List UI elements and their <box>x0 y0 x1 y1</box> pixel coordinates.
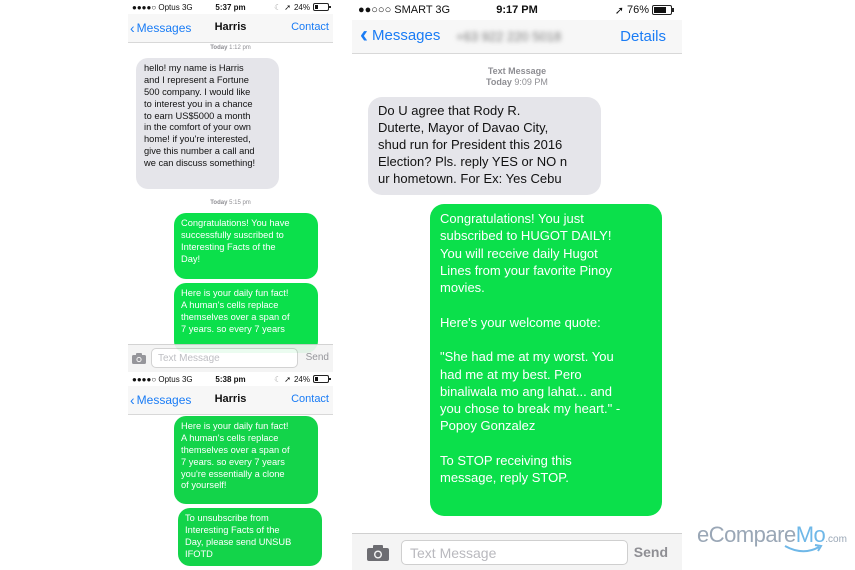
text-message-input[interactable]: Text Message <box>401 540 628 565</box>
nav-bar: ‹ Messages Harris Contact <box>128 386 333 415</box>
battery-icon <box>313 3 331 11</box>
back-label: Messages <box>372 26 441 44</box>
send-button[interactable]: Send <box>306 352 329 363</box>
incoming-message: Do U agree that Rody R. Duterte, Mayor o… <box>368 97 601 195</box>
camera-icon[interactable] <box>132 351 146 369</box>
right-screenshot: ●●○○○ SMART 3G 9:17 PM ➚ 76% ‹ Messages … <box>352 0 682 570</box>
message-timestamp: Text Message Today 9:09 PM <box>486 66 548 87</box>
text-message-input[interactable]: Text Message <box>151 348 298 368</box>
location-arrow-icon: ➚ <box>284 2 291 12</box>
incoming-message: hello! my name is Harris and I represent… <box>136 58 279 189</box>
status-right: ➚ 76% <box>614 4 674 17</box>
chevron-left-icon: ‹ <box>360 21 368 48</box>
status-bar: ●●●●○ Optus 3G 5:37 pm ☾ ➚ 24% <box>128 0 333 14</box>
left-bottom-screenshot: ●●●●○ Optus 3G 5:38 pm ☾ ➚ 24% ‹ Message… <box>128 372 333 570</box>
outgoing-message: Congratulations! You just subscribed to … <box>430 204 662 516</box>
ecomparemo-logo: eCompareMo.com <box>697 522 847 553</box>
battery-percent: 76% <box>626 4 649 16</box>
status-right: ☾ ➚ 24% <box>274 2 331 12</box>
status-bar: ●●○○○ SMART 3G 9:17 PM ➚ 76% <box>352 0 682 20</box>
back-button[interactable]: ‹ Messages <box>360 21 441 48</box>
battery-percent: 24% <box>293 2 310 12</box>
moon-icon: ☾ <box>274 2 282 12</box>
outgoing-message: Congratulations! You have successfully s… <box>174 213 318 279</box>
message-input-bar: Text Message Send <box>352 533 682 570</box>
left-top-screenshot: ●●●●○ Optus 3G 5:37 pm ☾ ➚ 24% ‹ Message… <box>128 0 333 372</box>
status-bar: ●●●●○ Optus 3G 5:38 pm ☾ ➚ 24% <box>128 372 333 386</box>
outgoing-message: Here is your daily fun fact! A human's c… <box>174 283 318 353</box>
smile-arrow-icon <box>784 544 823 553</box>
contact-button[interactable]: Contact <box>291 21 329 33</box>
timestamp: Today 5:15 pm <box>210 200 251 206</box>
blurred-phone-number: +63 922 220 5018 <box>456 29 562 44</box>
contact-button[interactable]: Contact <box>291 393 329 405</box>
send-button[interactable]: Send <box>634 544 668 560</box>
moon-icon: ☾ <box>274 374 282 384</box>
logo-text-com: .com <box>825 534 847 545</box>
timestamp: Today 1:12 pm <box>210 45 251 51</box>
battery-icon <box>313 375 331 383</box>
logo-text: eCompare <box>697 522 796 547</box>
details-button[interactable]: Details <box>620 28 666 45</box>
battery-percent: 24% <box>293 374 310 384</box>
battery-icon <box>652 5 674 15</box>
nav-bar: ‹ Messages +63 922 220 5018 Details <box>352 20 682 54</box>
camera-icon[interactable] <box>367 545 389 566</box>
message-input-bar: Text Message Send <box>128 344 333 372</box>
location-arrow-icon: ➚ <box>614 4 624 17</box>
outgoing-message: To unsubscribe from Interesting Facts of… <box>178 508 322 566</box>
location-arrow-icon: ➚ <box>284 374 291 384</box>
status-right: ☾ ➚ 24% <box>274 374 331 384</box>
outgoing-message: Here is your daily fun fact! A human's c… <box>174 416 318 504</box>
nav-bar: ‹ Messages Harris Contact <box>128 14 333 43</box>
